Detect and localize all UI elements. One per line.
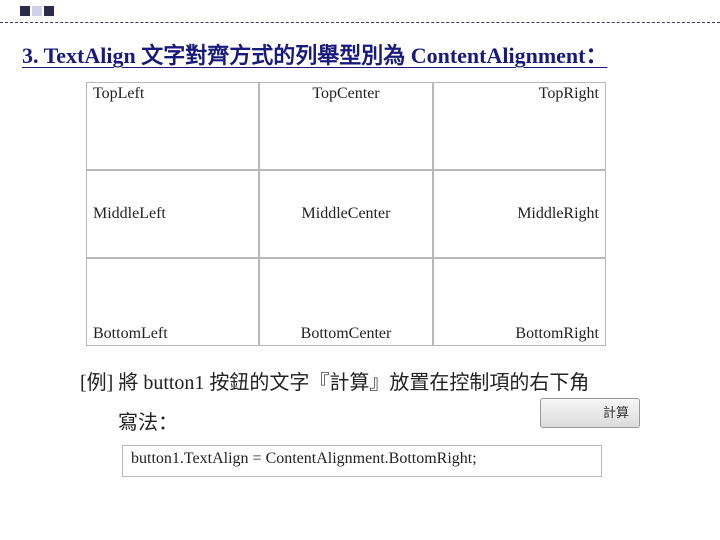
cell-middleright: MiddleRight (433, 170, 606, 258)
example-line2: 寫法： (118, 405, 589, 441)
cell-bottomleft: BottomLeft (86, 258, 259, 346)
cell-bottomright: BottomRight (433, 258, 606, 346)
example-text: [例] 將 button1 按鈕的文字『計算』放置在控制項的右下角 寫法： (80, 365, 589, 441)
cell-middleleft: MiddleLeft (86, 170, 259, 258)
example-line1: [例] 將 button1 按鈕的文字『計算』放置在控制項的右下角 (80, 365, 589, 401)
alignment-grid: TopLeft TopCenter TopRight MiddleLeft Mi… (86, 82, 606, 346)
section-heading: 3. TextAlign 文字對齊方式的列舉型別為 ContentAlignme… (22, 38, 607, 70)
decorative-squares (20, 6, 54, 16)
cell-topright: TopRight (433, 82, 606, 170)
calc-button[interactable]: 計算 (540, 398, 640, 428)
decorative-dashed-line (0, 22, 720, 23)
code-example: button1.TextAlign = ContentAlignment.Bot… (122, 445, 602, 477)
cell-middlecenter: MiddleCenter (259, 170, 432, 258)
cell-topcenter: TopCenter (259, 82, 432, 170)
cell-bottomcenter: BottomCenter (259, 258, 432, 346)
cell-topleft: TopLeft (86, 82, 259, 170)
